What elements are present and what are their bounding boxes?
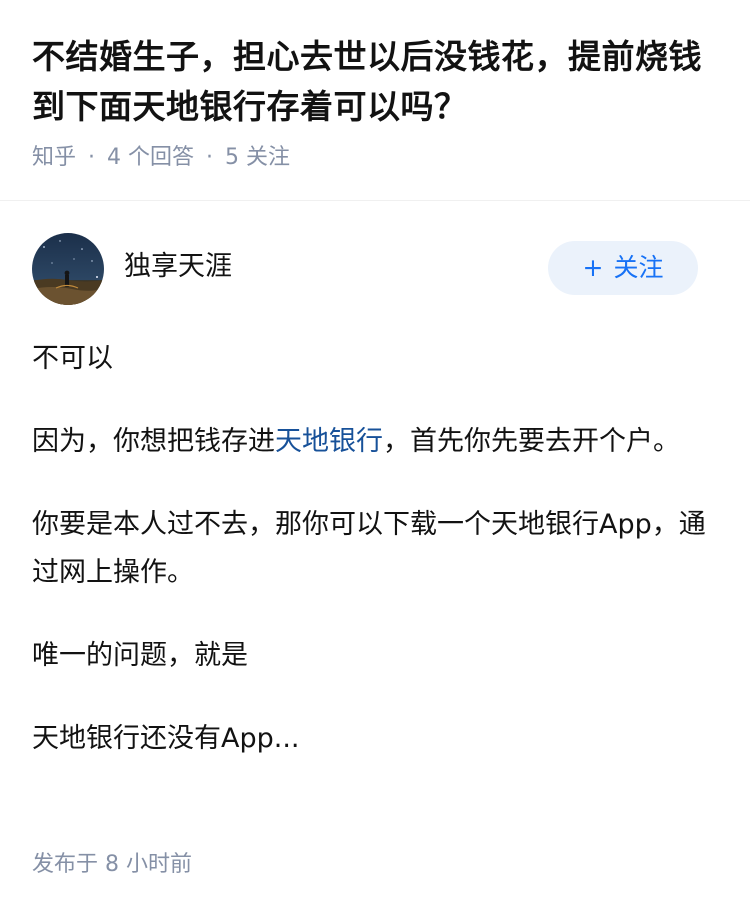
publish-time: 发布于 8 小时前 xyxy=(32,852,192,877)
question-title[interactable]: 不结婚生子，担心去世以后没钱花，提前烧钱到下面天地银行存着可以吗？ xyxy=(32,32,718,132)
answer-card: 独享天涯 + 关注 不可以 因为，你想把钱存进天地银行，首先你先要去开个户。 你要… xyxy=(32,233,718,798)
answer-paragraph: 因为，你想把钱存进天地银行，首先你先要去开个户。 xyxy=(32,418,718,466)
question-header: 不结婚生子，担心去世以后没钱花，提前烧钱到下面天地银行存着可以吗？ 知乎 · 4 个… xyxy=(0,0,750,170)
meta-separator: · xyxy=(88,145,96,170)
meta-separator: · xyxy=(206,145,214,170)
author-bar: 独享天涯 + 关注 xyxy=(32,233,718,307)
paragraph-text: ，首先你先要去开个户。 xyxy=(383,426,680,457)
section-divider xyxy=(0,200,750,201)
follow-button[interactable]: + 关注 xyxy=(548,241,698,295)
question-meta: 知乎 · 4 个回答 · 5 关注 xyxy=(32,142,718,174)
answer-paragraph: 你要是本人过不去，那你可以下载一个天地银行App，通过网上操作。 xyxy=(32,509,706,588)
follow-label: 关注 xyxy=(613,253,664,282)
night-sky-avatar-icon xyxy=(32,233,104,305)
answer-paragraph: 天地银行还没有App... xyxy=(32,723,300,754)
answer-paragraph: 唯一的问题，就是 xyxy=(32,640,248,671)
answer-count[interactable]: 4 个回答 xyxy=(107,145,194,170)
answer-paragraph: 不可以 xyxy=(32,343,113,374)
author-avatar[interactable] xyxy=(32,233,104,305)
paragraph-text: 因为，你想把钱存进 xyxy=(32,426,275,457)
plus-icon: + xyxy=(582,253,604,282)
source-label[interactable]: 知乎 xyxy=(32,145,76,170)
tiandi-bank-link[interactable]: 天地银行 xyxy=(275,426,383,457)
follower-count[interactable]: 5 关注 xyxy=(225,145,290,170)
answer-content: 不可以 因为，你想把钱存进天地银行，首先你先要去开个户。 你要是本人过不去，那你… xyxy=(32,335,718,763)
author-name[interactable]: 独享天涯 xyxy=(124,249,232,285)
